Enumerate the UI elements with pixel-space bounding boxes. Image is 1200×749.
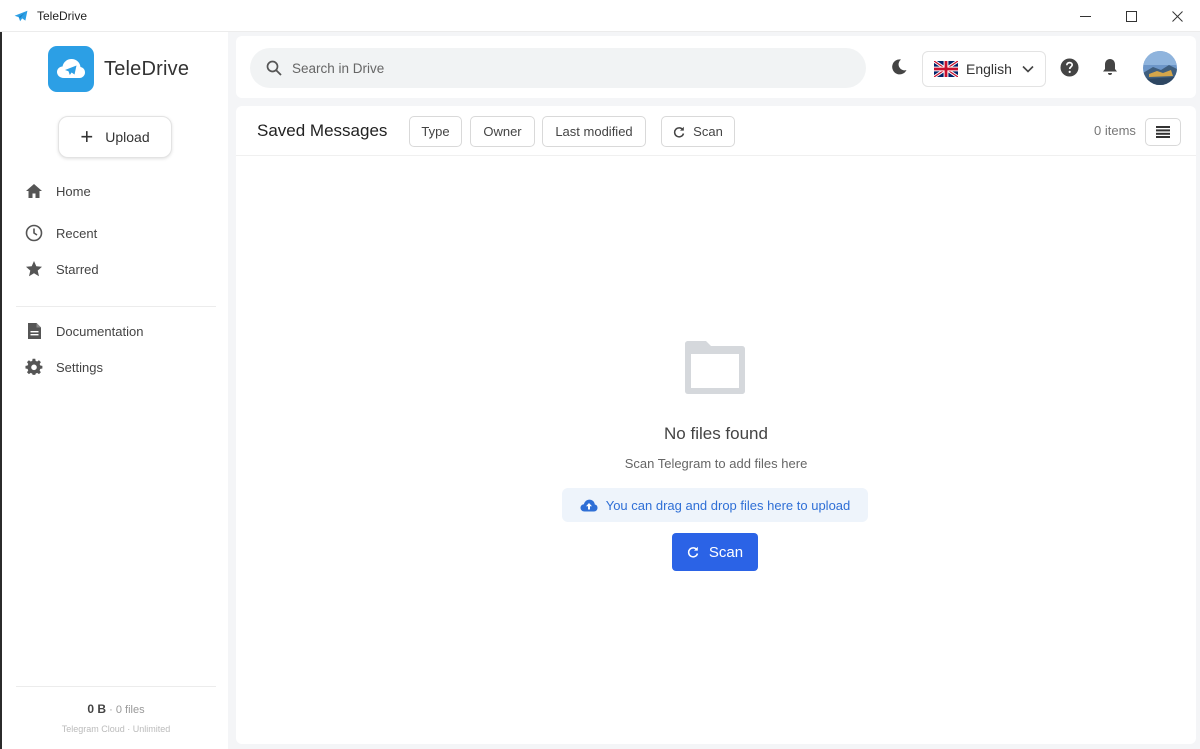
storage-size: 0 B: [87, 702, 107, 716]
sidebar-item-label: Settings: [56, 359, 103, 375]
drag-drop-hint: You can drag and drop files here to uplo…: [562, 488, 868, 522]
storage-files: 0 files: [115, 704, 145, 716]
app-logo[interactable]: TeleDrive: [48, 46, 189, 92]
title-bar: TeleDrive: [0, 0, 1200, 32]
storage-separator: ·: [109, 704, 113, 716]
avatar-image: [1143, 51, 1177, 85]
folder-toolbar: Saved Messages Type Owner Last modified …: [236, 106, 1196, 156]
home-icon: [24, 181, 44, 201]
toolbar-scan-button[interactable]: Scan: [661, 116, 735, 147]
language-selector[interactable]: English: [922, 51, 1046, 87]
logo-text: TeleDrive: [104, 57, 190, 80]
notifications-button[interactable]: [1099, 56, 1121, 78]
drag-drop-text: You can drag and drop files here to uplo…: [605, 497, 851, 513]
sidebar-item-settings[interactable]: Settings: [24, 356, 103, 378]
main-panel: Saved Messages Type Owner Last modified …: [236, 106, 1196, 744]
telegram-icon: [13, 8, 29, 24]
bell-icon: [1103, 59, 1117, 75]
sidebar-item-documentation[interactable]: Documentation: [24, 320, 143, 342]
folder-icon: [685, 341, 745, 394]
upload-label: Upload: [105, 129, 150, 145]
sidebar: TeleDrive + Upload Home Recent Starred D…: [0, 32, 228, 749]
filter-owner-button[interactable]: Owner: [470, 116, 535, 147]
filter-last-modified-button[interactable]: Last modified: [542, 116, 646, 147]
empty-subtitle: Scan Telegram to add files here: [624, 456, 808, 471]
upload-button[interactable]: + Upload: [58, 116, 172, 158]
items-count: 0 items: [1094, 123, 1136, 138]
search-bar[interactable]: [250, 48, 866, 88]
sidebar-item-label: Starred: [56, 261, 99, 277]
empty-state: No files found Scan Telegram to add file…: [236, 156, 1196, 744]
sidebar-item-label: Recent: [56, 225, 98, 241]
view-toggle-button[interactable]: [1145, 118, 1181, 146]
empty-title: No files found: [664, 424, 768, 443]
language-label: English: [966, 61, 1012, 77]
scan-button-label: Scan: [708, 543, 744, 561]
close-icon: [1171, 10, 1183, 22]
window-controls: [1062, 0, 1200, 32]
clock-icon: [24, 223, 44, 243]
document-icon: [24, 321, 44, 341]
refresh-icon: [687, 546, 699, 558]
gear-icon: [24, 357, 44, 377]
close-button[interactable]: [1154, 0, 1200, 32]
filter-type-label: Type: [421, 124, 450, 139]
uk-flag-icon: [934, 61, 958, 77]
storage-info: 0 B · 0 files Telegram Cloud · Unlimited: [2, 702, 230, 734]
chevron-down-icon: [1022, 65, 1034, 73]
header: English: [236, 36, 1196, 98]
search-icon: [266, 60, 282, 76]
refresh-icon: [673, 126, 685, 138]
moon-icon: [892, 59, 907, 75]
sidebar-item-label: Documentation: [56, 323, 144, 339]
filter-owner-label: Owner: [483, 124, 522, 139]
cloud-upload-icon: [580, 499, 598, 512]
list-view-icon: [1156, 126, 1170, 138]
avatar[interactable]: [1143, 51, 1177, 85]
filter-last-modified-label: Last modified: [555, 124, 633, 139]
maximize-icon: [1125, 10, 1137, 22]
sidebar-item-home[interactable]: Home: [24, 180, 91, 202]
help-icon: [1060, 58, 1078, 76]
help-button[interactable]: [1058, 56, 1080, 78]
sidebar-divider: [16, 306, 216, 307]
storage-provider: Telegram Cloud · Unlimited: [61, 724, 171, 734]
sidebar-item-recent[interactable]: Recent: [24, 222, 97, 244]
sidebar-divider: [16, 686, 216, 687]
cloud-logo-icon: [48, 46, 94, 92]
maximize-button[interactable]: [1108, 0, 1154, 32]
toolbar-scan-label: Scan: [693, 124, 723, 139]
plus-icon: +: [80, 124, 94, 149]
scan-button[interactable]: Scan: [672, 533, 758, 571]
minimize-button[interactable]: [1062, 0, 1108, 32]
window-title: TeleDrive: [37, 8, 88, 23]
dark-mode-toggle[interactable]: [888, 56, 910, 78]
sidebar-item-label: Home: [56, 183, 91, 199]
minimize-icon: [1079, 15, 1091, 17]
sidebar-item-starred[interactable]: Starred: [24, 258, 99, 280]
search-input[interactable]: [292, 60, 812, 76]
star-icon: [24, 259, 44, 279]
folder-title: Saved Messages: [257, 121, 388, 140]
filter-type-button[interactable]: Type: [409, 116, 462, 147]
